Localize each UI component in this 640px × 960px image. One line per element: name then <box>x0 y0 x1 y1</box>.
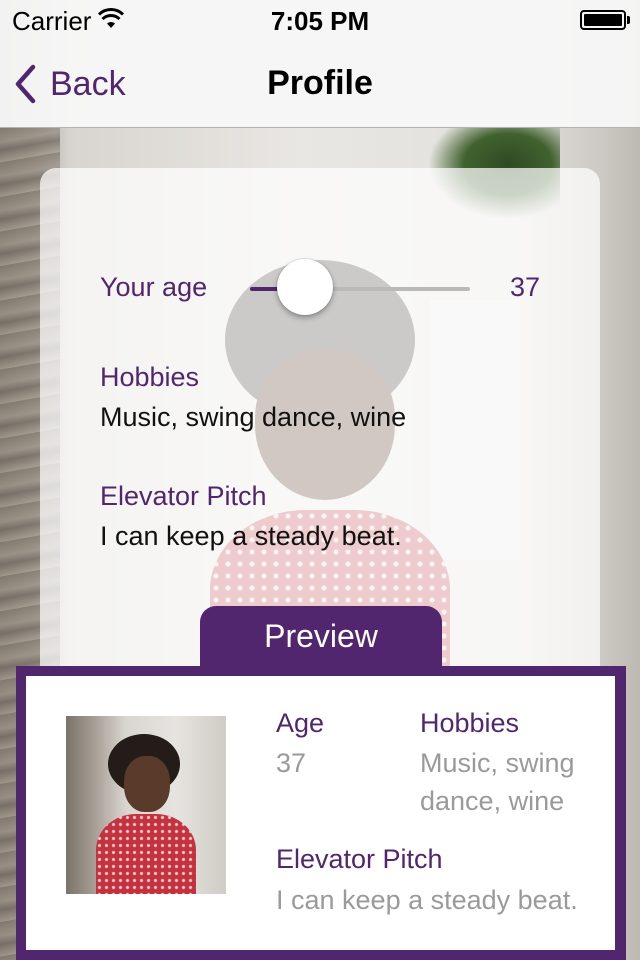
preview-age-value: 37 <box>276 748 307 778</box>
preview-hobbies-label: Hobbies <box>420 708 520 738</box>
battery-icon <box>580 10 630 30</box>
age-slider[interactable] <box>250 259 470 315</box>
pitch-label: Elevator Pitch <box>100 481 267 511</box>
preview-card: Age 37 Hobbies Music, swing dance, wine … <box>26 676 615 950</box>
preview-age-label: Age <box>276 708 325 738</box>
age-value: 37 <box>510 272 541 302</box>
page-title: Profile <box>267 64 373 102</box>
preview-tab[interactable]: Preview <box>200 606 442 670</box>
age-label: Your age <box>100 272 208 302</box>
navigation-bar: Back Profile <box>0 40 640 128</box>
preview-pitch-value: I can keep a steady beat. <box>276 885 578 915</box>
clock: 7:05 PM <box>270 6 370 36</box>
hobbies-label: Hobbies <box>100 362 200 392</box>
preview-hobbies-value-line1: Music, swing <box>420 748 575 778</box>
preview-hobbies-value-line2: dance, wine <box>420 786 565 816</box>
preview-panel: Age 37 Hobbies Music, swing dance, wine … <box>16 666 626 960</box>
pitch-field[interactable]: I can keep a steady beat. <box>100 521 402 552</box>
profile-photo <box>66 716 226 894</box>
status-bar: Carrier 7:05 PM <box>0 0 640 40</box>
age-slider-thumb[interactable] <box>277 259 333 315</box>
hobbies-field[interactable]: Music, swing dance, wine <box>100 402 406 433</box>
preview-pitch-label: Elevator Pitch <box>276 844 443 874</box>
